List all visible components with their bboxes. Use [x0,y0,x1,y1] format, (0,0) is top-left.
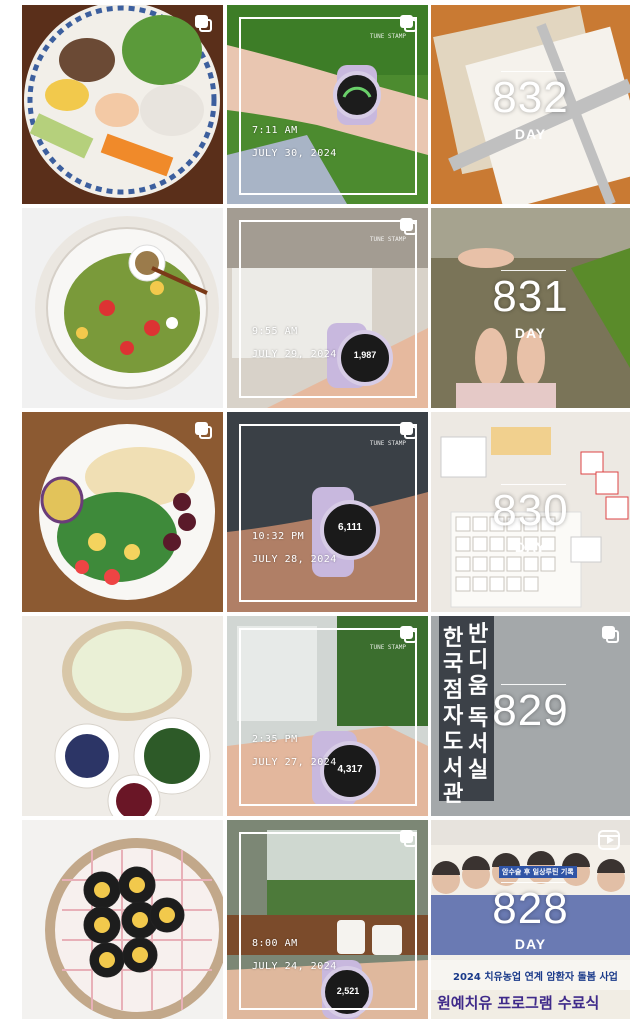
photo-frame [239,17,417,195]
post-tile-day[interactable]: 832 DAY [431,5,630,204]
photo-frame [239,628,417,806]
sign-char: 국 [443,652,464,677]
post-tile-food[interactable] [22,616,223,816]
food-photo [22,412,223,612]
photo-frame [239,220,417,398]
post-tile-day[interactable]: 830 DAY [431,412,630,612]
post-tile-food[interactable] [22,208,223,408]
sign-char: 디 [468,648,489,673]
day-divider [501,684,566,685]
photo-frame [239,424,417,602]
day-counter: 832 [492,73,569,122]
sign-char: 관 [443,782,464,807]
timestamp-date: JULY 29, 2024 [252,349,337,360]
timestamp-date: JULY 24, 2024 [252,961,337,972]
carousel-icon [195,422,213,440]
sign-char: 서 [468,732,489,757]
day-label: DAY [514,936,547,952]
food-photo [22,5,223,204]
watch-steps: 4,317 [337,764,363,775]
brand-label: TUNE STAMP [369,644,406,651]
timestamp-time: 9:55 AM [252,326,298,337]
timestamp-time: 2:35 PM [252,734,298,745]
carousel-icon [400,15,418,33]
post-tile-day[interactable]: 반 디 움 한 국 점 자 도 서 관 독 서 실 829 [431,616,630,816]
day-label: DAY [514,539,547,555]
day-counter: 831 [492,272,569,321]
timestamp-time: 8:00 AM [252,938,298,949]
post-tile-watch[interactable]: 8:00 AM JULY 24, 2024 2,521 [227,820,428,1019]
banner-mid-caption: 2024 치유농업 연계 암환자 돌봄 사업 [453,972,618,983]
day-label: DAY [514,325,547,341]
timestamp-date: JULY 30, 2024 [252,148,337,159]
day-label: DAY [514,126,547,142]
day-counter: 829 [492,686,569,735]
carousel-icon [400,422,418,440]
post-tile-food[interactable] [22,5,223,204]
post-tile-watch[interactable]: TUNE STAMP 7:11 AM JULY 30, 2024 [227,5,428,204]
post-tile-day[interactable]: 암수술 후 일상루틴 기록 828 DAY 2024 치유농업 연계 암환자 돌… [431,820,630,1019]
carousel-icon [400,830,418,848]
watch-steps: 6,111 [338,522,362,533]
food-photo [22,616,223,816]
post-tile-watch[interactable]: TUNE STAMP 10:32 PM JULY 28, 2024 6,111 [227,412,428,612]
sign-char: 한 [443,626,464,651]
day-divider [501,270,566,271]
banner-bottom-caption: 원예치유 프로그램 수료식 [437,994,600,1012]
reel-icon [598,830,620,850]
brand-label: TUNE STAMP [369,236,406,243]
post-grid: TUNE STAMP 7:11 AM JULY 30, 2024 832 DAY [0,0,639,1022]
post-tile-day[interactable]: 831 DAY [431,208,630,408]
food-photo [22,208,223,408]
timestamp-time: 7:11 AM [252,125,298,136]
post-tile-watch[interactable]: TUNE STAMP 9:55 AM JULY 29, 2024 1,987 [227,208,428,408]
watch-steps: 1,987 [353,350,377,360]
banner-top-caption: 암수술 후 일상루틴 기록 [499,866,577,878]
day-counter: 830 [492,486,569,535]
timestamp-time: 10:32 PM [252,531,305,542]
carousel-icon [195,15,213,33]
sign-char: 서 [443,756,464,781]
carousel-icon [602,626,620,644]
brand-label: TUNE STAMP [369,440,406,447]
day-divider [501,71,566,72]
day-counter: 828 [492,884,569,933]
post-tile-food[interactable] [22,412,223,612]
carousel-icon [400,626,418,644]
watch-steps: 2,521 [336,986,360,996]
timestamp-date: JULY 28, 2024 [252,554,337,565]
post-tile-food[interactable] [22,820,223,1019]
sign-char: 실 [468,758,489,783]
post-tile-watch[interactable]: TUNE STAMP 2:35 PM JULY 27, 2024 4,317 [227,616,428,816]
carousel-icon [400,218,418,236]
photo-frame [239,832,417,1010]
day-divider [501,484,566,485]
brand-label: TUNE STAMP [369,33,406,40]
food-photo [22,820,223,1019]
day-divider [501,882,566,883]
sign-char: 반 [468,622,489,647]
